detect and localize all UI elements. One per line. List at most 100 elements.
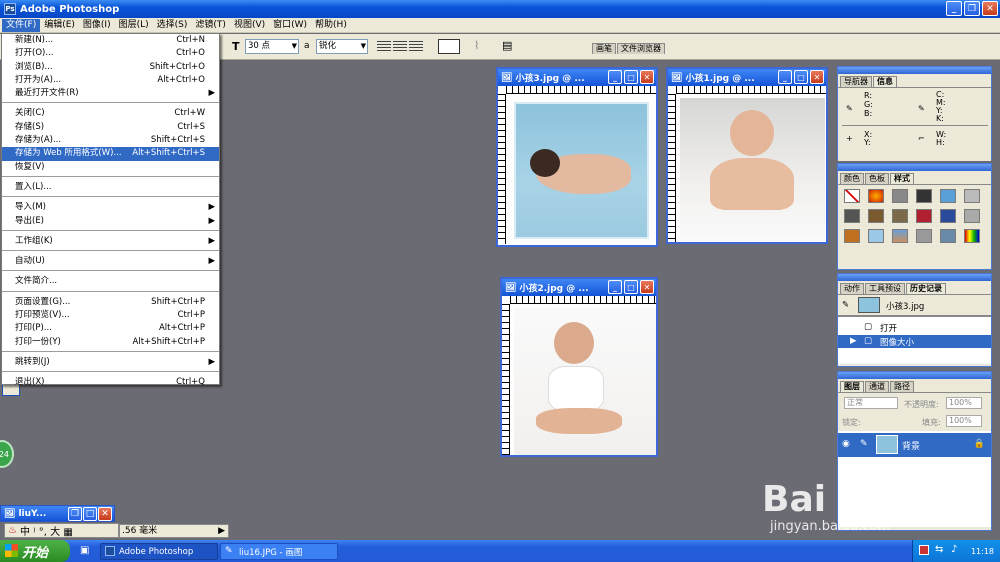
style-swatch[interactable]	[940, 209, 956, 223]
document-title-bar[interactable]: 🖼 小孩2.jpg @ ... _ □ ✕	[502, 279, 656, 296]
style-swatch[interactable]	[892, 229, 908, 243]
close-button[interactable]: ✕	[98, 507, 112, 521]
minimize-button[interactable]: _	[778, 70, 792, 84]
file-menu-item[interactable]: 导入(M) ▶	[2, 201, 219, 214]
document-title-bar[interactable]: 🖼 小孩3.jpg @ ... _ □ ✕	[498, 69, 656, 86]
tab-color[interactable]: 颜色	[840, 173, 864, 184]
close-button[interactable]: ✕	[640, 280, 654, 294]
canvas[interactable]	[510, 98, 653, 243]
style-swatch[interactable]	[892, 209, 908, 223]
style-swatch[interactable]	[868, 189, 884, 203]
antialias-select[interactable]: 锐化 ▼	[316, 39, 368, 54]
warp-text-icon[interactable]: ⌇	[474, 39, 479, 52]
tab-paths[interactable]: 路径	[890, 381, 914, 392]
align-center-icon[interactable]	[393, 41, 407, 51]
minimize-button[interactable]: _	[946, 1, 962, 16]
align-left-icon[interactable]	[377, 41, 391, 51]
style-swatch[interactable]	[892, 189, 908, 203]
tab-swatches[interactable]: 色板	[865, 173, 889, 184]
style-swatch[interactable]	[844, 189, 860, 203]
file-menu-item[interactable]: 打印预览(V)... Ctrl+P	[2, 309, 219, 322]
file-menu-item[interactable]: 文件简介...	[2, 275, 219, 288]
style-swatch[interactable]	[844, 229, 860, 243]
restore-button[interactable]: ❐	[68, 507, 82, 521]
file-menu-item[interactable]: 打印(P)... Alt+Ctrl+P	[2, 322, 219, 335]
minimize-button[interactable]: _	[608, 70, 622, 84]
chevron-right-icon[interactable]: ▶	[218, 525, 225, 537]
tab-styles[interactable]: 样式	[890, 173, 914, 184]
tab-info[interactable]: 信息	[873, 76, 897, 87]
maximize-button[interactable]: □	[794, 70, 808, 84]
style-swatch[interactable]	[964, 209, 980, 223]
start-button[interactable]: 开始	[0, 540, 70, 562]
file-menu-item[interactable]: 打印一份(Y) Alt+Shift+Ctrl+P	[2, 336, 219, 349]
task-paint[interactable]: ✎ liu16.JPG - 画图	[220, 543, 338, 560]
menu-image[interactable]: 图像(I)	[79, 19, 115, 32]
photo-crying-baby[interactable]	[514, 308, 656, 455]
style-swatch[interactable]	[940, 229, 956, 243]
close-button[interactable]: ✕	[640, 70, 654, 84]
file-menu-item[interactable]: 浏览(B)... Shift+Ctrl+O	[2, 61, 219, 74]
layer-row-background[interactable]: ◉ ✎ 背景 🔒	[838, 433, 991, 457]
tab-history[interactable]: 历史记录	[906, 283, 946, 294]
file-menu-item[interactable]: 自动(U) ▶	[2, 255, 219, 268]
style-swatch[interactable]	[964, 229, 980, 243]
blend-mode-select[interactable]: 正常	[844, 397, 898, 409]
text-color-swatch[interactable]	[438, 39, 460, 54]
volume-icon[interactable]: ♪	[951, 544, 957, 555]
file-menu-item[interactable]: 最近打开文件(R) ▶	[2, 87, 219, 100]
maximize-button[interactable]: □	[624, 70, 638, 84]
file-menu-item[interactable]: 新建(N)... Ctrl+N	[2, 34, 219, 47]
eye-icon[interactable]: ◉	[842, 439, 850, 449]
align-right-icon[interactable]	[409, 41, 423, 51]
palettes-icon[interactable]: ▤	[502, 39, 512, 52]
file-menu-item[interactable]: 存储为 Web 所用格式(W)... Alt+Shift+Ctrl+S	[2, 147, 219, 161]
minimize-button[interactable]: _	[608, 280, 622, 294]
file-menu-item[interactable]: 打开为(A)... Alt+Ctrl+O	[2, 74, 219, 87]
tab-tool-presets[interactable]: 工具预设	[865, 283, 905, 294]
fill-field[interactable]: 100%	[946, 415, 982, 427]
menu-select[interactable]: 选择(S)	[153, 19, 192, 32]
maximize-button[interactable]: □	[624, 280, 638, 294]
document-title-bar[interactable]: 🖼 小孩1.jpg @ ... _ □ ✕	[668, 69, 826, 86]
history-item[interactable]: ▢ 打开	[838, 321, 991, 334]
style-swatch[interactable]	[916, 209, 932, 223]
style-swatch[interactable]	[940, 189, 956, 203]
document-window-kid3[interactable]: 🖼 小孩3.jpg @ ... _ □ ✕	[496, 67, 658, 247]
restore-button[interactable]: ❐	[964, 1, 980, 16]
tab-layers[interactable]: 图层	[840, 381, 864, 392]
history-snapshot[interactable]: ✎ 小孩3.jpg	[838, 295, 991, 317]
menu-file[interactable]: 文件(F)	[2, 18, 41, 32]
history-item-selected[interactable]: ▶ ▢ 图像大小	[838, 335, 991, 348]
photo-smiling-baby[interactable]	[680, 98, 825, 241]
font-size-select[interactable]: 30 点 ▼	[245, 39, 299, 54]
show-desktop-icon[interactable]: ▣	[80, 545, 89, 556]
file-menu-item[interactable]: 存储(S) Ctrl+S	[2, 121, 219, 134]
menu-help[interactable]: 帮助(H)	[311, 19, 351, 32]
file-menu-item[interactable]: 存储为(A)... Shift+Ctrl+S	[2, 134, 219, 147]
style-swatch[interactable]	[916, 229, 932, 243]
menu-edit[interactable]: 编辑(E)	[40, 19, 79, 32]
task-photoshop[interactable]: Adobe Photoshop	[100, 543, 218, 560]
ime-toolbar[interactable]: ♨ 中 ⁾ °, 大 ▦	[4, 523, 119, 538]
style-swatch[interactable]	[916, 189, 932, 203]
menu-window[interactable]: 窗口(W)	[269, 19, 311, 32]
menu-layer[interactable]: 图层(L)	[115, 19, 153, 32]
style-swatch[interactable]	[844, 209, 860, 223]
tab-actions[interactable]: 动作	[840, 283, 864, 294]
network-icon[interactable]: ⇆	[935, 544, 943, 555]
menu-filter[interactable]: 滤镜(T)	[191, 19, 230, 32]
minimized-document[interactable]: 🖼 liuY... ❐ □ ✕	[0, 505, 115, 522]
tray-app-icon[interactable]	[919, 545, 929, 555]
menu-view[interactable]: 视图(V)	[230, 19, 269, 32]
tab-navigator[interactable]: 导航器	[840, 76, 872, 87]
document-window-kid1[interactable]: 🖼 小孩1.jpg @ ... _ □ ✕	[666, 67, 828, 244]
close-button[interactable]: ✕	[982, 1, 998, 16]
file-menu-item[interactable]: 退出(X) Ctrl+Q	[2, 376, 219, 389]
file-menu-item[interactable]: 置入(L)...	[2, 181, 219, 194]
style-swatch[interactable]	[868, 229, 884, 243]
file-menu-item[interactable]: 恢复(V)	[2, 161, 219, 174]
tab-brushes[interactable]: 画笔	[592, 43, 616, 54]
file-menu-item[interactable]: 打开(O)... Ctrl+O	[2, 47, 219, 60]
close-button[interactable]: ✕	[810, 70, 824, 84]
